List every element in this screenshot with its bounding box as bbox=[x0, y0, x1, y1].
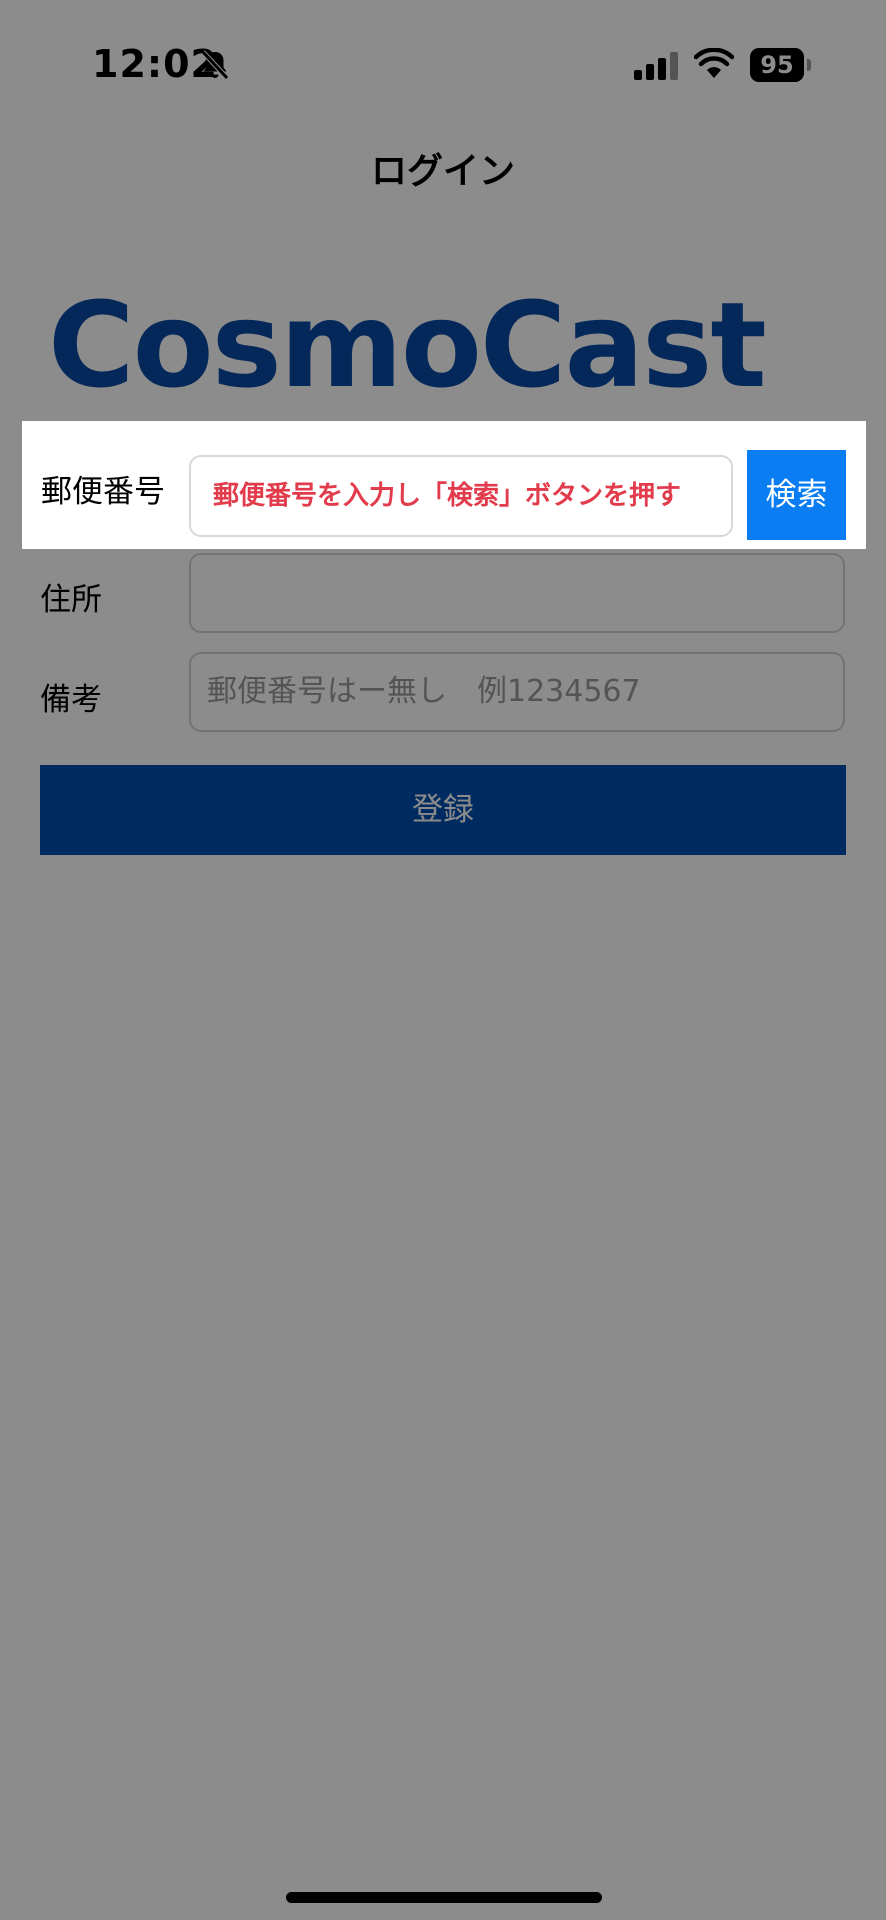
coach-mark-overlay[interactable] bbox=[0, 0, 886, 1920]
postal-code-label: 郵便番号 bbox=[41, 474, 165, 510]
home-indicator bbox=[286, 1892, 602, 1903]
postal-code-spotlight: 郵便番号 郵便番号を入力し「検索」ボタンを押す 検索 bbox=[22, 421, 866, 549]
search-button[interactable]: 検索 bbox=[747, 450, 846, 540]
postal-code-field[interactable]: 郵便番号を入力し「検索」ボタンを押す bbox=[189, 455, 733, 537]
